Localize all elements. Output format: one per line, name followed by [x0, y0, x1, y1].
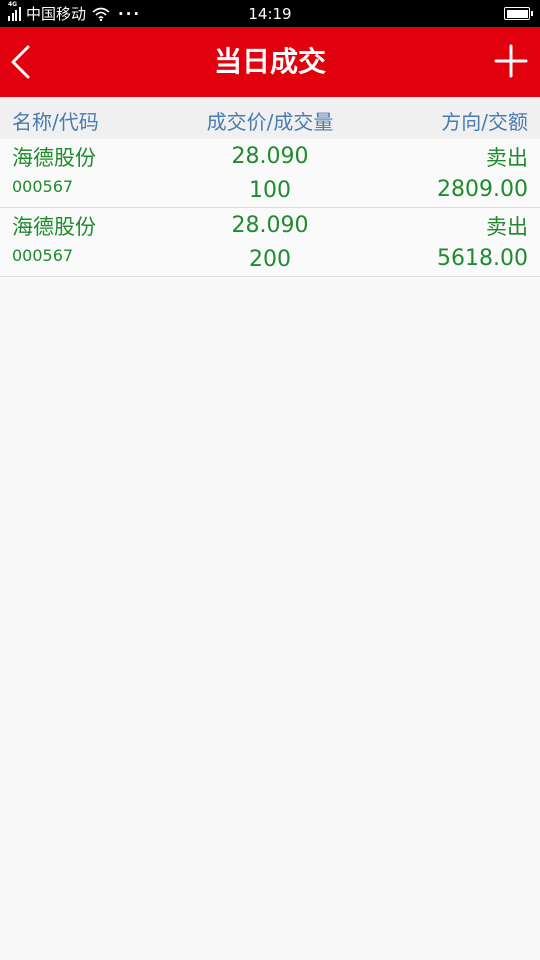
status-time: 14:19 [248, 5, 292, 23]
trade-list: 海德股份 000567 28.090 100 卖出 2809.00 海德股份 0… [0, 139, 540, 277]
status-bar: 4G 中国移动 ··· 14:19 [0, 0, 540, 27]
trade-price: 28.090 [231, 144, 309, 169]
column-header: 名称/代码 成交价/成交量 方向/交额 [0, 97, 540, 139]
battery-icon [504, 7, 533, 20]
nav-bar: 当日成交 [0, 27, 540, 97]
trade-amount: 2809.00 [437, 177, 528, 202]
trade-direction: 卖出 [486, 215, 528, 239]
trade-row[interactable]: 海德股份 000567 28.090 200 卖出 5618.00 [0, 208, 540, 277]
battery-level [506, 9, 528, 18]
page-title: 当日成交 [213, 45, 326, 78]
column-direction-amount: 方向/交额 [441, 110, 528, 134]
trade-direction: 卖出 [486, 146, 528, 170]
plus-icon[interactable] [494, 44, 528, 78]
trade-amount: 5618.00 [437, 246, 528, 271]
trade-price: 28.090 [231, 213, 309, 238]
trade-row[interactable]: 海德股份 000567 28.090 100 卖出 2809.00 [0, 139, 540, 208]
